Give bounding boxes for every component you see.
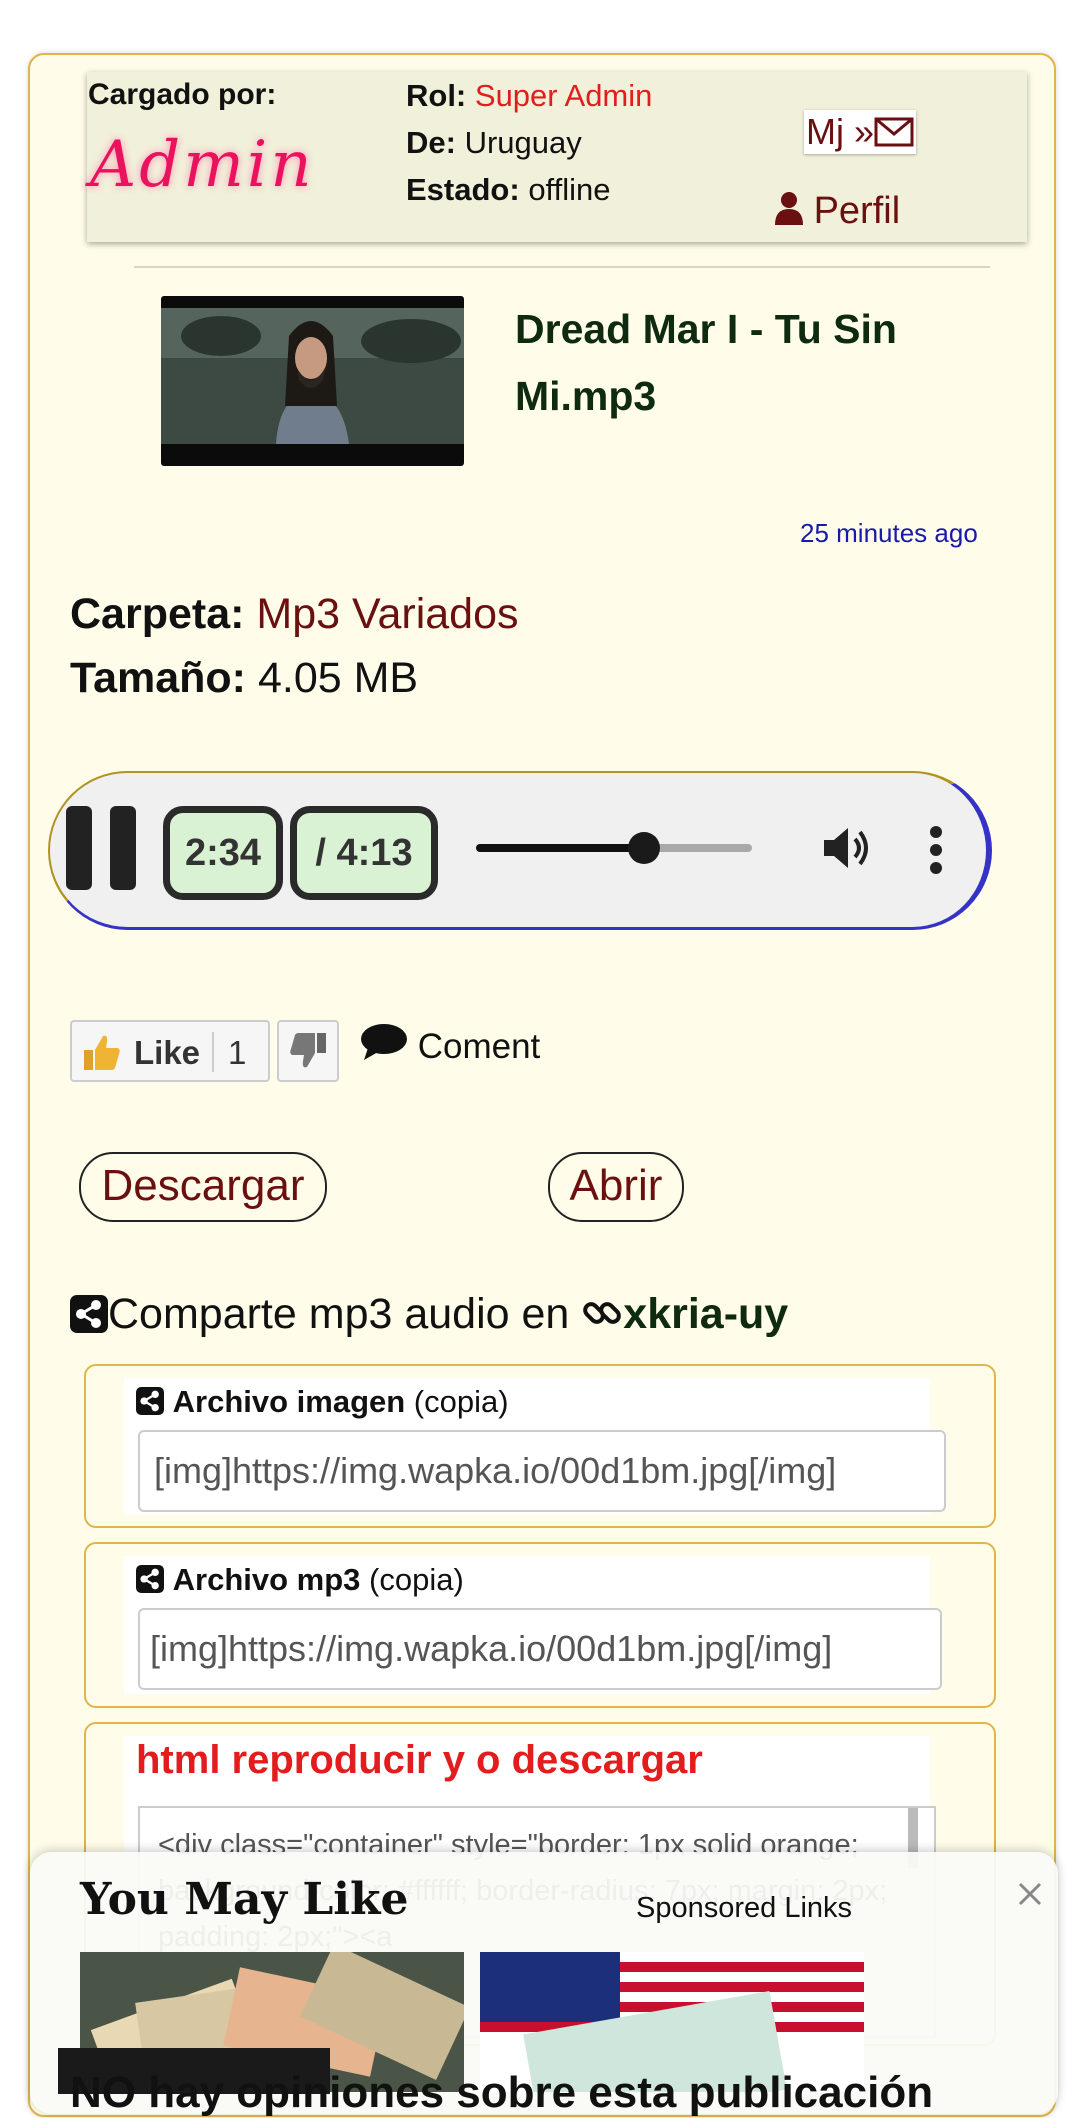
html-embed-title: html reproducir y o descargar [136, 1738, 703, 1782]
size-value: 4.05 MB [257, 654, 419, 702]
file-title: Dread Mar I - Tu Sin Mi.mp3 [515, 306, 897, 419]
mp3-file-suffix: (copia) [360, 1562, 464, 1597]
mp3-file-label: Archivo mp3 [172, 1562, 361, 1597]
size-label: Tamaño: [70, 654, 246, 702]
message-button[interactable]: Mj » [804, 110, 916, 154]
download-button[interactable]: Descargar [79, 1152, 327, 1222]
mp3-file-input[interactable]: [img]https://img.wapka.io/00d1bm.jpg[/im… [138, 1608, 942, 1690]
status-line: Estado: offline [406, 172, 610, 208]
share-icon [70, 1295, 108, 1333]
size-line: Tamaño: 4.05 MB [70, 654, 418, 703]
more-options-icon[interactable] [930, 826, 942, 874]
upload-time: 25 minutes ago [800, 518, 978, 548]
share-icon [136, 1565, 164, 1593]
no-comments-text: NO hay opiniones sobre esta publicación [70, 2068, 934, 2117]
country-line: De: Uruguay [406, 125, 582, 161]
mp3-file-box: Archivo mp3 (copia) [img]https://img.wap… [84, 1542, 996, 1708]
pause-icon-bar [110, 806, 136, 890]
profile-button[interactable]: Perfil [775, 190, 900, 233]
comment-button[interactable]: Coment [360, 1022, 540, 1067]
close-icon[interactable] [1010, 1874, 1050, 1914]
ad-sponsored-label: Sponsored Links [636, 1892, 853, 1924]
profile-button-label: Perfil [813, 190, 901, 232]
image-file-suffix: (copia) [405, 1384, 509, 1419]
seek-slider[interactable] [476, 832, 752, 864]
link-icon [583, 1302, 622, 1324]
role-line: Rol: Super Admin [406, 78, 652, 114]
like-count: 1 [228, 1034, 247, 1071]
image-file-label: Archivo imagen [172, 1384, 406, 1419]
image-file-input[interactable]: [img]https://img.wapka.io/00d1bm.jpg[/im… [138, 1430, 946, 1512]
comment-icon [361, 1024, 407, 1060]
share-heading-text: Comparte mp3 audio en [108, 1290, 582, 1338]
ad-title: You May Like [80, 1874, 409, 1925]
user-icon [775, 192, 803, 225]
share-icon [136, 1387, 164, 1415]
role-label: Rol: [406, 78, 467, 113]
open-button[interactable]: Abrir [548, 1152, 684, 1222]
thumbs-up-icon [84, 1035, 120, 1070]
uploaded-by-label: Cargado por: [88, 78, 277, 111]
mp3-file-title: Archivo mp3 (copia) [136, 1562, 464, 1598]
country-label: De: [406, 125, 456, 160]
like-label: Like [134, 1034, 201, 1071]
image-file-title: Archivo imagen (copia) [136, 1384, 509, 1420]
folder-link[interactable]: Mp3 Variados [256, 590, 518, 638]
folder-line: Carpeta: Mp3 Variados [70, 590, 519, 639]
share-site-link[interactable]: xkria-uy [623, 1290, 788, 1338]
pause-button[interactable] [66, 806, 138, 890]
seek-progress [476, 844, 645, 852]
dislike-button[interactable] [277, 1020, 339, 1082]
folder-label: Carpeta: [70, 590, 245, 638]
country-value: Uruguay [464, 125, 582, 160]
envelope-icon [874, 117, 914, 147]
status-label: Estado: [406, 172, 520, 207]
divider [134, 266, 990, 268]
status-value: offline [528, 172, 611, 207]
thumbs-down-icon [290, 1033, 326, 1068]
role-value: Super Admin [474, 78, 653, 113]
volume-icon[interactable] [820, 822, 872, 874]
share-heading: Comparte mp3 audio en xkria-uy [70, 1290, 788, 1339]
duration: / 4:13 [290, 806, 438, 900]
uploader-name[interactable]: Admin [90, 128, 315, 202]
current-time: 2:34 [163, 806, 283, 900]
pause-icon [66, 806, 92, 890]
comment-label: Coment [417, 1027, 541, 1066]
like-divider [212, 1032, 214, 1072]
thumbnail-image [161, 308, 464, 444]
track-thumbnail[interactable] [161, 296, 464, 466]
message-button-label: Mj » [805, 111, 874, 152]
image-file-box: Archivo imagen (copia) [img]https://img.… [84, 1364, 996, 1528]
like-button[interactable]: Like 1 [70, 1020, 270, 1082]
